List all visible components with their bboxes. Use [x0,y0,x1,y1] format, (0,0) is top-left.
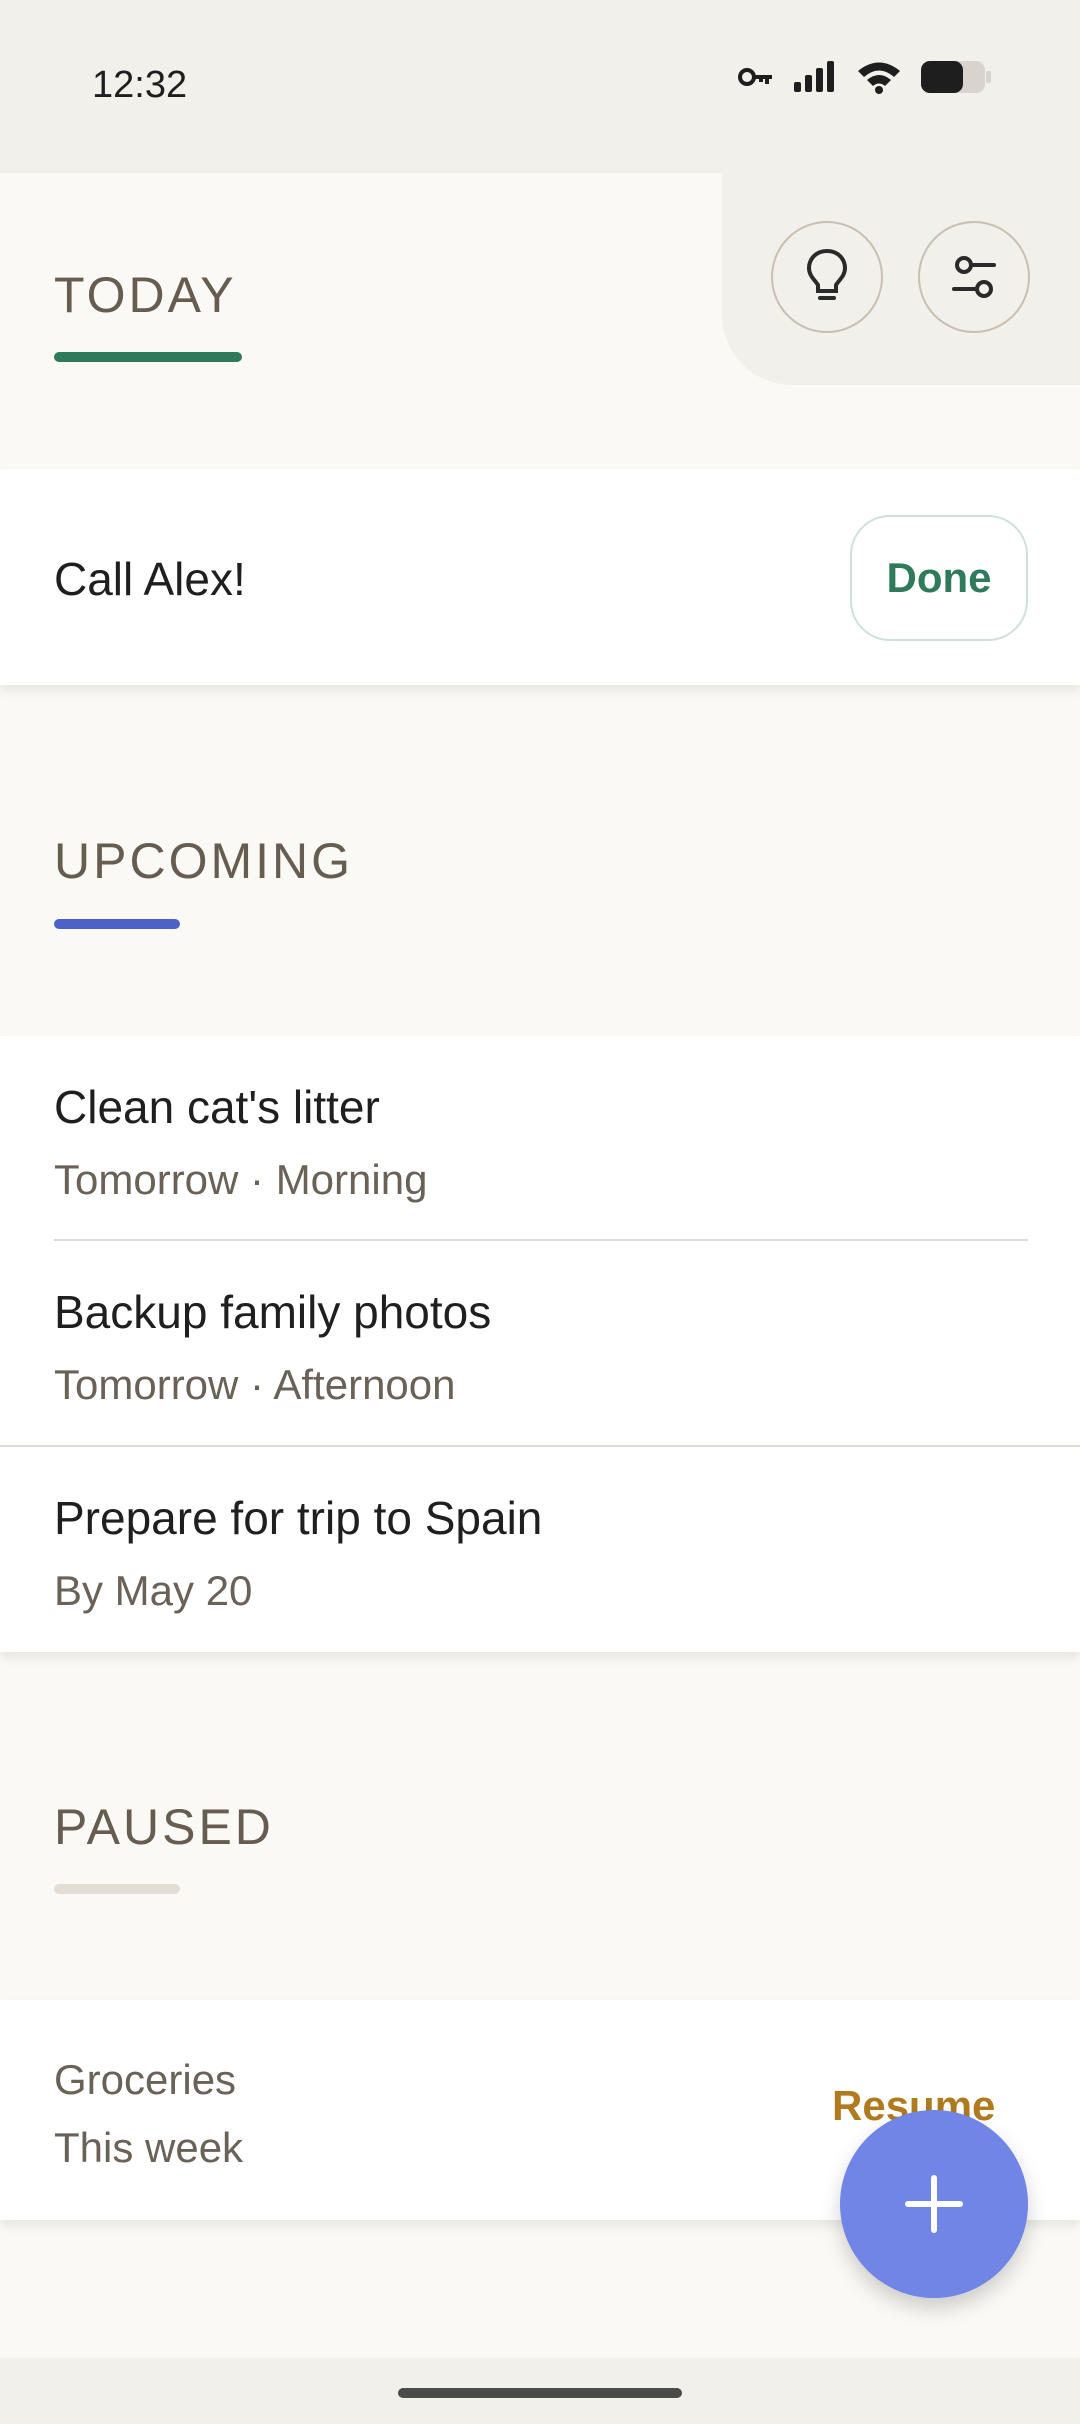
task-title: Groceries [54,2056,237,2103]
vpn-key-icon [738,68,772,86]
list-item[interactable]: Clean cat's litter Tomorrow · Morning [0,1036,1080,1240]
today-underline [54,352,242,362]
section-title-paused: PAUSED [54,1799,274,1855]
task-subtitle: Tomorrow · Afternoon [54,1361,456,1408]
add-task-button[interactable] [840,2110,1028,2298]
task-subtitle: This week [54,2124,244,2171]
filter-sliders-icon [952,256,996,298]
task-title: Call Alex! [54,553,246,605]
task-subtitle: Tomorrow · Morning [54,1156,428,1203]
task-title: Clean cat's litter [54,1081,380,1133]
status-time: 12:32 [92,64,188,106]
wifi-icon [858,62,900,94]
task-subtitle: By May 20 [54,1567,253,1614]
lightbulb-icon [806,248,848,300]
section-title-today: TODAY [54,267,237,323]
status-bar: 12:32 [0,0,1080,173]
done-button[interactable]: Done [850,515,1028,641]
filter-button[interactable] [918,221,1030,333]
list-item[interactable]: Prepare for trip to Spain By May 20 [0,1447,1080,1652]
status-icons [738,60,992,94]
signal-icon [794,61,834,92]
paused-underline [54,1884,180,1894]
task-title: Backup family photos [54,1286,492,1338]
plus-icon [905,2175,963,2233]
home-indicator[interactable] [398,2388,682,2398]
task-title: Prepare for trip to Spain [54,1492,543,1544]
upcoming-underline [54,919,180,929]
section-title-upcoming: UPCOMING [54,833,353,889]
list-item[interactable]: Backup family photos Tomorrow · Afternoo… [0,1241,1080,1445]
battery-icon [921,61,991,93]
tips-button[interactable] [771,221,883,333]
